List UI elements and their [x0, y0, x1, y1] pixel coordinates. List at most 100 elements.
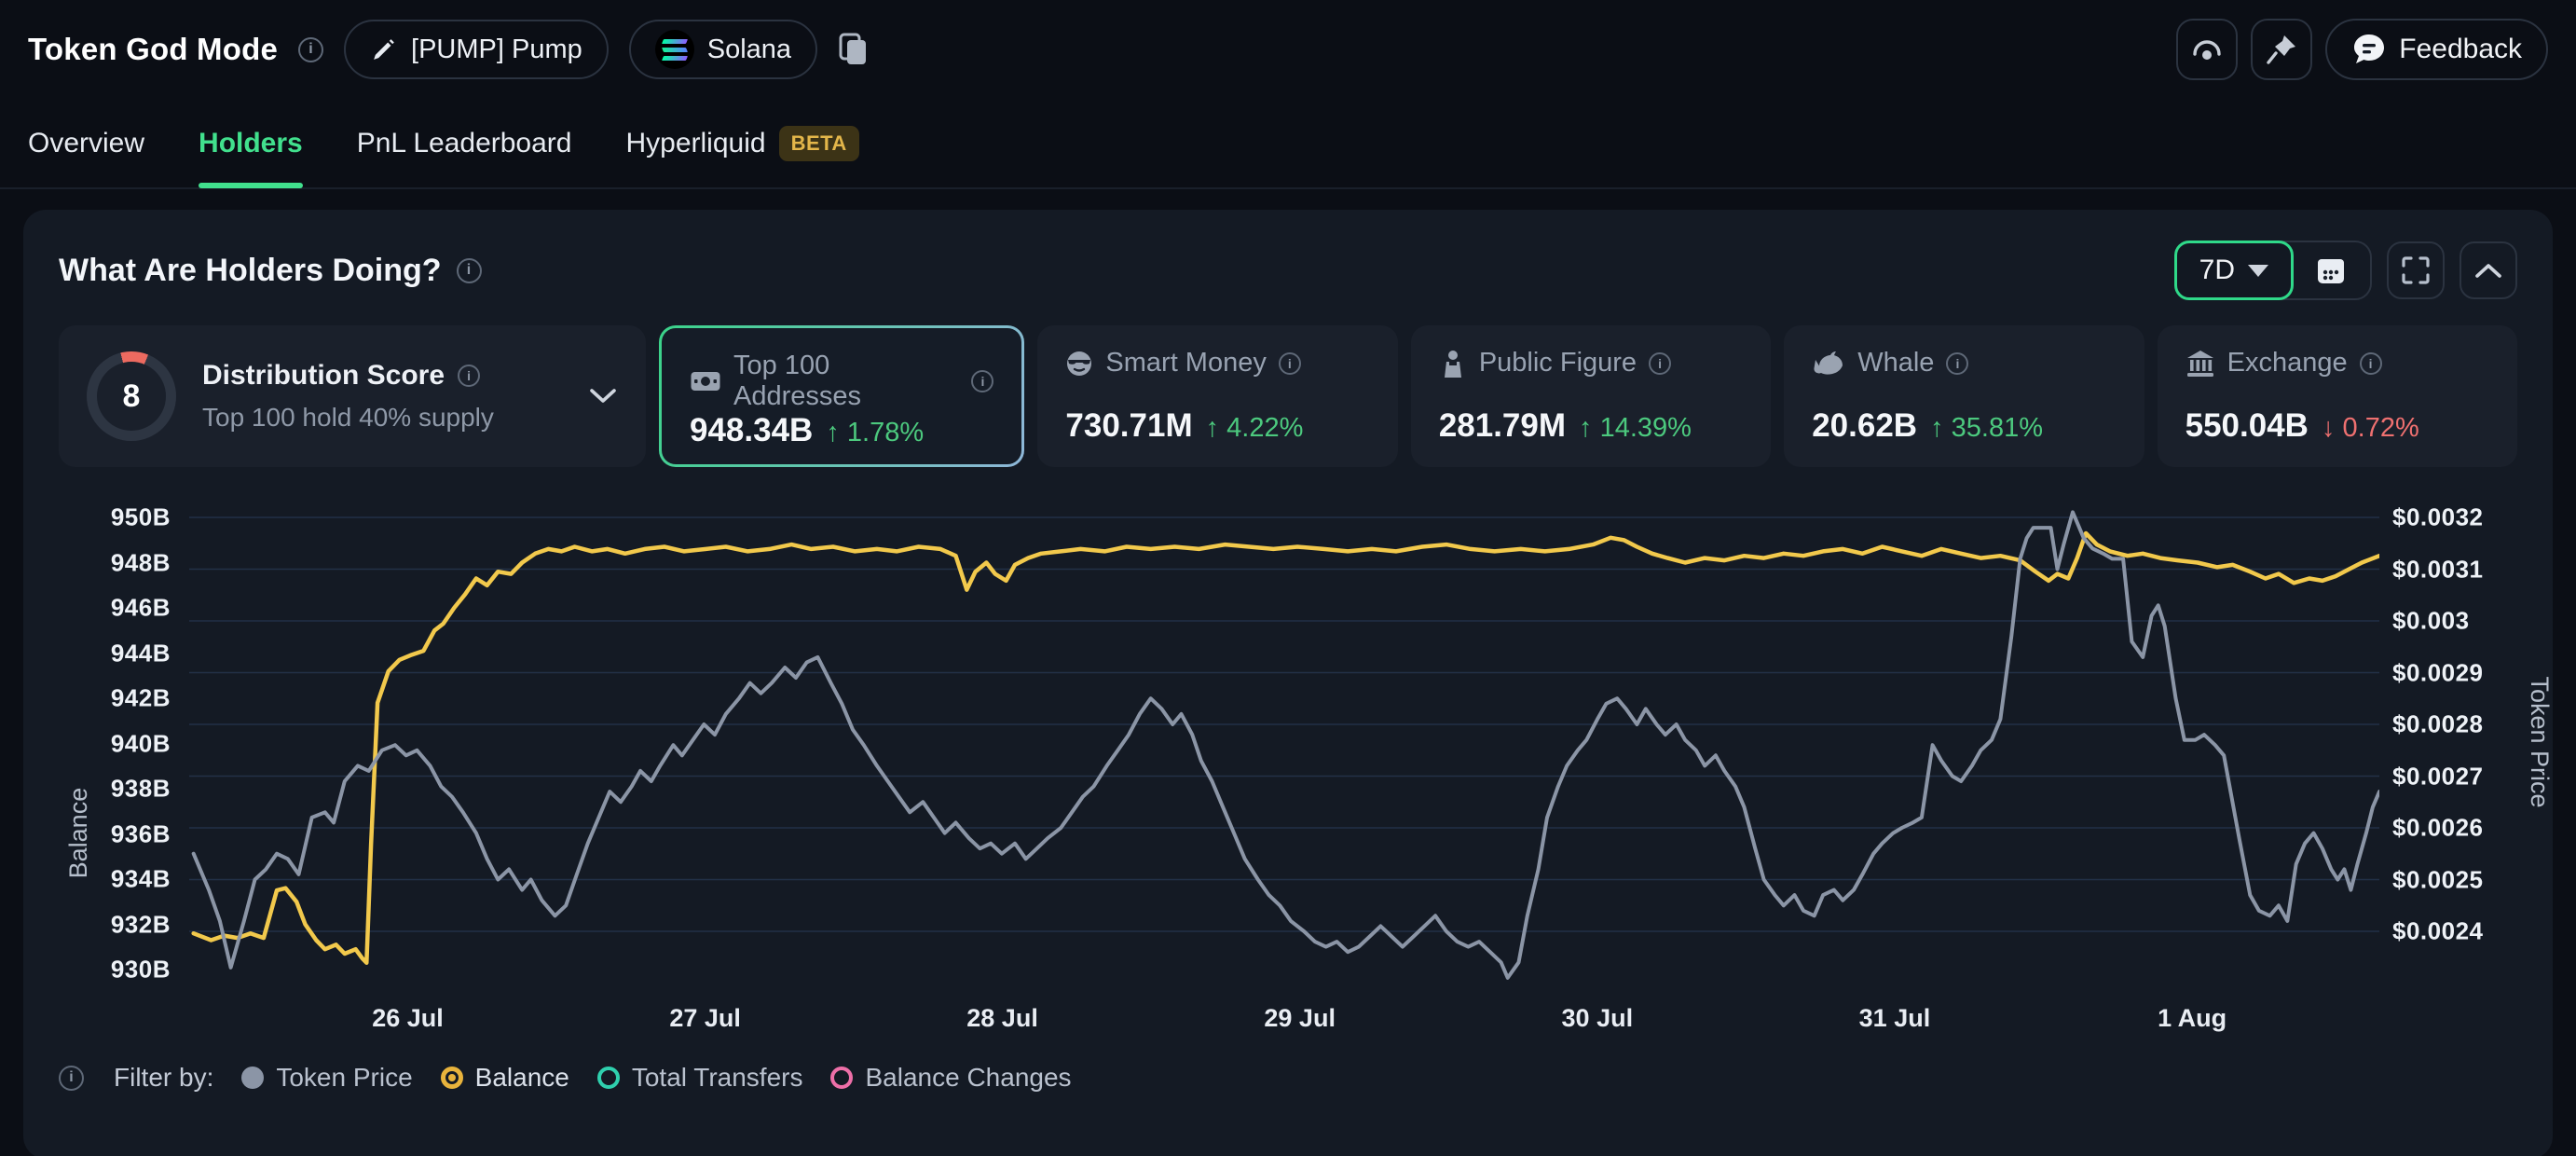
distribution-score-value: 8 — [87, 351, 176, 441]
collapse-button[interactable] — [2460, 241, 2517, 299]
smart-money-icon — [1065, 350, 1093, 378]
card-label: Exchange — [2227, 348, 2348, 378]
holders-panel: What Are Holders Doing? i 7D — [23, 210, 2553, 1156]
filter-option-label: Total Transfers — [632, 1063, 803, 1093]
filter-option-label: Token Price — [276, 1063, 412, 1093]
card-info-icon[interactable]: i — [971, 370, 993, 392]
calendar-button[interactable] — [2292, 242, 2370, 298]
filter-option-balance[interactable]: Balance — [441, 1063, 569, 1093]
banknote-icon — [690, 369, 721, 393]
y-tick-left: 946B — [59, 594, 171, 623]
token-pill-label: [PUMP] Pump — [411, 34, 582, 65]
copy-address-icon[interactable] — [838, 32, 870, 67]
card-value-row: 730.71M↑ 4.22% — [1065, 407, 1369, 445]
filter-swatch-ring — [597, 1067, 620, 1089]
watchlist-button[interactable] — [2176, 19, 2238, 80]
tab-bar: Overview Holders PnL Leaderboard Hyperliqui… — [0, 99, 2576, 189]
filter-swatch-radio — [441, 1067, 463, 1089]
y-tick-left: 936B — [59, 819, 171, 848]
tab-label: Overview — [28, 128, 144, 159]
x-tick-31-jul: 31 Jul — [1859, 1004, 1931, 1033]
y-tick-left: 942B — [59, 684, 171, 713]
y-tick-left: 944B — [59, 639, 171, 667]
pin-button[interactable] — [2251, 19, 2312, 80]
feedback-button[interactable]: Feedback — [2325, 19, 2548, 80]
y-tick-right: $0.0029 — [2392, 658, 2514, 687]
distribution-score-card[interactable]: 8 Distribution Score i Top 100 hold 40% … — [59, 325, 646, 467]
title-info-icon[interactable]: i — [298, 37, 323, 62]
x-tick-26-jul: 26 Jul — [372, 1004, 444, 1033]
chart-controls: 7D — [2174, 241, 2517, 300]
filter-option-total-transfers[interactable]: Total Transfers — [597, 1063, 803, 1093]
card-value-row: 281.79M↑ 14.39% — [1439, 407, 1743, 445]
card-value: 281.79M — [1439, 407, 1566, 445]
card-label: Public Figure — [1479, 348, 1637, 378]
range-selected-label: 7D — [2199, 255, 2235, 286]
y-tick-right: $0.0025 — [2392, 865, 2514, 894]
filter-info-icon[interactable]: i — [59, 1066, 84, 1091]
pencil-icon — [370, 35, 398, 63]
card-top-100-addresses[interactable]: Top 100 Addresses i 948.34B↑ 1.78% — [659, 325, 1024, 467]
pin-icon — [2266, 34, 2297, 65]
y-tick-right: $0.0027 — [2392, 762, 2514, 791]
distribution-score-info-icon[interactable]: i — [458, 365, 480, 387]
chart-svg — [189, 495, 2379, 989]
watch-eye-icon — [2190, 35, 2224, 63]
feedback-bubble-icon — [2351, 32, 2387, 67]
card-exchange[interactable]: Exchangei550.04B↓ 0.72% — [2158, 325, 2517, 467]
beta-badge: BETA — [779, 126, 859, 161]
y-tick-right: $0.0032 — [2392, 503, 2514, 532]
range-selector-group: 7D — [2174, 241, 2372, 300]
range-dropdown[interactable]: 7D — [2174, 241, 2294, 300]
card-label-row: Smart Moneyi — [1065, 348, 1369, 378]
card-change-down: ↓ 0.72% — [2322, 413, 2419, 444]
card-info-icon[interactable]: i — [1279, 352, 1301, 375]
y-tick-left: 934B — [59, 865, 171, 894]
token-price-line — [194, 512, 2379, 978]
filter-option-token-price[interactable]: Token Price — [241, 1063, 412, 1093]
filter-legend-row: i Filter by: Token Price Balance Total Tra… — [59, 1056, 2517, 1099]
y-tick-right: $0.0024 — [2392, 917, 2514, 946]
y-tick-left: 938B — [59, 775, 171, 804]
x-tick-1-aug: 1 Aug — [2158, 1004, 2227, 1033]
card-value-row: 948.34B↑ 1.78% — [690, 412, 993, 449]
chart-plot-area[interactable] — [189, 495, 2379, 989]
y-tick-right: $0.0026 — [2392, 814, 2514, 843]
tab-pnl-leaderboard[interactable]: PnL Leaderboard — [357, 99, 572, 187]
chain-selector-pill[interactable]: Solana — [629, 20, 817, 79]
chain-pill-label: Solana — [707, 34, 791, 65]
fullscreen-button[interactable] — [2387, 241, 2445, 299]
card-info-icon[interactable]: i — [2360, 352, 2382, 375]
chevron-down-icon[interactable] — [588, 387, 618, 406]
tab-holders[interactable]: Holders — [199, 99, 303, 187]
calendar-icon — [2314, 254, 2348, 287]
distribution-score-gauge: 8 — [87, 351, 176, 441]
y-tick-left: 948B — [59, 548, 171, 577]
card-smart-money[interactable]: Smart Moneyi 730.71M↑ 4.22% — [1037, 325, 1397, 467]
card-whale[interactable]: Whalei20.62B↑ 35.81% — [1784, 325, 2144, 467]
card-public-figure[interactable]: Public Figure i 281.79M↑ 14.39% — [1411, 325, 1771, 467]
section-info-icon[interactable]: i — [457, 258, 482, 283]
tab-overview[interactable]: Overview — [28, 99, 144, 187]
card-info-icon[interactable]: i — [1946, 352, 1968, 375]
solana-icon — [655, 30, 694, 69]
section-title: What Are Holders Doing? — [59, 253, 442, 289]
card-label-row: Exchange i — [2185, 348, 2489, 378]
card-info-icon[interactable]: i — [1649, 352, 1671, 375]
filter-swatch-ring — [830, 1067, 853, 1089]
filter-option-balance-changes[interactable]: Balance Changes — [830, 1063, 1071, 1093]
y-tick-left: 940B — [59, 729, 171, 758]
tab-hyperliquid[interactable]: HyperliquidBETA — [625, 99, 858, 187]
token-selector-pill[interactable]: [PUMP] Pump — [344, 20, 609, 79]
panel-header: What Are Holders Doing? i 7D — [59, 240, 2517, 301]
card-change-up: ↑ 1.78% — [826, 418, 924, 448]
filter-option-label: Balance Changes — [865, 1063, 1071, 1093]
fullscreen-icon — [2400, 255, 2432, 286]
tab-label: Holders — [199, 128, 303, 159]
card-label: Top 100 Addresses — [733, 351, 959, 412]
distribution-score-subtitle: Top 100 hold 40% supply — [202, 403, 494, 433]
filter-option-label: Balance — [475, 1063, 569, 1093]
filter-by-label: Filter by: — [114, 1063, 213, 1093]
card-label: Whale — [1857, 348, 1934, 378]
y-tick-left: 930B — [59, 956, 171, 984]
